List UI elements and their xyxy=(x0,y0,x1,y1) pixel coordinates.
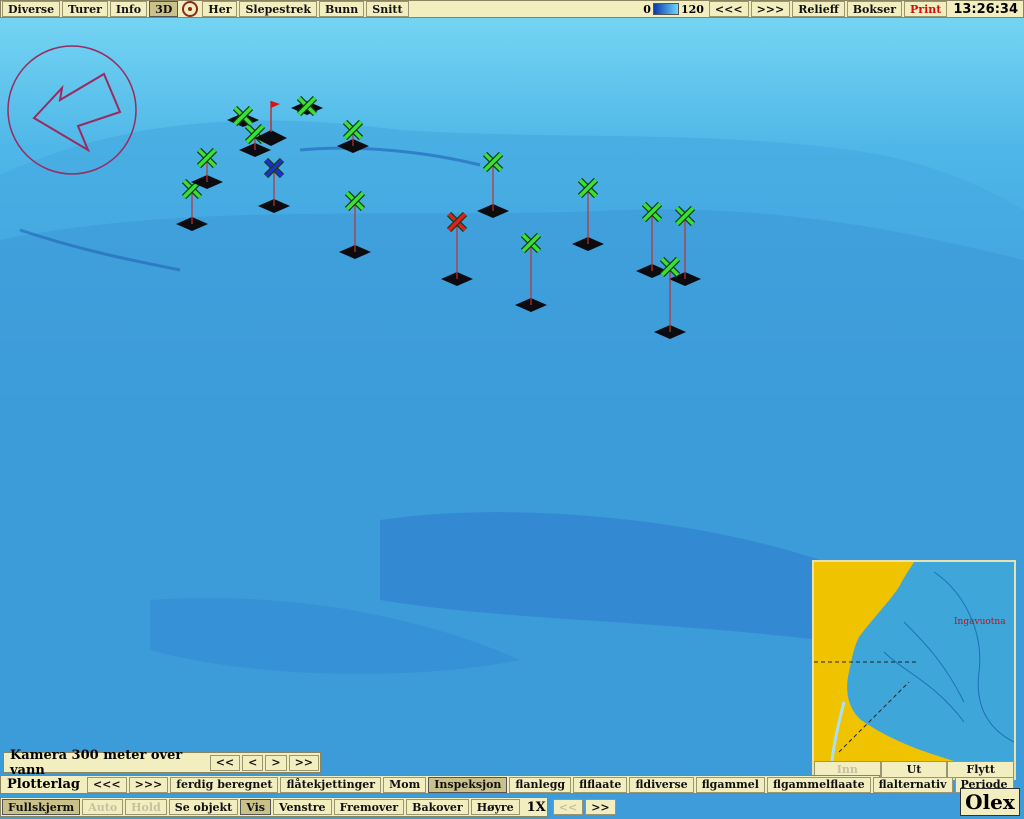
slepestrek-button[interactable]: Slepestrek xyxy=(239,1,317,17)
snitt-button[interactable]: Snitt xyxy=(366,1,409,17)
plotter-prev-button[interactable]: <<< xyxy=(86,776,127,793)
clock: 13:26:34 xyxy=(948,1,1023,17)
layer-button[interactable]: ferdig beregnet xyxy=(170,776,279,793)
depth-max-label: 120 xyxy=(680,2,704,16)
speed-label: 1X xyxy=(526,799,546,815)
bottom-button[interactable]: Høyre xyxy=(470,799,520,815)
layer-button[interactable]: flalternativ xyxy=(872,776,953,793)
olex-logo: Olex xyxy=(960,788,1020,816)
bottom-toolbar: Fullskjerm Auto Hold Se objekt Vis Venstre Fre… xyxy=(0,797,616,817)
top-toolbar: Diverse Turer Info 3D Her Slepestrek Bun… xyxy=(0,0,1024,18)
overview-minimap[interactable]: Ingavuotna Inn Ut Flytt xyxy=(812,560,1016,780)
depth-min-label: 0 xyxy=(643,2,651,16)
diverse-button[interactable]: Diverse xyxy=(2,1,61,17)
minimap-place-label: Ingavuotna xyxy=(954,617,1006,627)
camera-height-label: Kamera 300 meter over vann xyxy=(10,747,183,778)
print-button[interactable]: Print xyxy=(904,1,948,17)
camera-next-button[interactable]: > xyxy=(265,754,287,771)
depth-gradient xyxy=(652,3,679,15)
bottom-button[interactable]: Vis xyxy=(240,799,271,815)
zoom-out-button[interactable]: Ut xyxy=(880,761,948,778)
camera-panel: Kamera 300 meter over vann << < > >> xyxy=(3,748,321,778)
bottom-button[interactable]: Hold xyxy=(125,799,167,815)
bokser-button[interactable]: Bokser xyxy=(846,1,902,17)
speed-up-button[interactable]: >> xyxy=(585,799,616,815)
plotter-label: Plotterlag xyxy=(7,777,80,792)
move-button[interactable]: Flytt xyxy=(947,761,1015,778)
info-button[interactable]: Info xyxy=(109,1,148,17)
bottom-button[interactable]: Se objekt xyxy=(168,799,239,815)
layer-button[interactable]: fldiverse xyxy=(629,776,694,793)
turer-button[interactable]: Turer xyxy=(62,1,108,17)
speed-down-button[interactable]: << xyxy=(552,799,584,815)
bottom-button-list: Fullskjerm Auto Hold Se objekt Vis Venstre Fre… xyxy=(1,799,521,815)
minimap-chart: Ingavuotna xyxy=(814,562,1015,762)
bunn-button[interactable]: Bunn xyxy=(319,1,365,17)
relieff-button[interactable]: Relieff xyxy=(792,1,845,17)
layer-button[interactable]: flflaate xyxy=(573,776,628,793)
layer-button[interactable]: flgammel xyxy=(695,776,765,793)
bottom-button[interactable]: Venstre xyxy=(272,799,332,815)
bottom-button[interactable]: Bakover xyxy=(406,799,469,815)
bottom-button[interactable]: Fullskjerm xyxy=(2,799,81,815)
her-button[interactable]: Her xyxy=(202,1,238,17)
layer-button[interactable]: flanlegg xyxy=(509,776,572,793)
camera-first-button[interactable]: << xyxy=(209,754,241,771)
plotter-next-button[interactable]: >>> xyxy=(128,776,169,793)
plotter-layer-bar: Plotterlag <<< >>> ferdig beregnet flåtek… xyxy=(0,775,1014,794)
depth-scale[interactable]: 0 120 xyxy=(643,3,704,16)
3d-button[interactable]: 3D xyxy=(149,1,179,17)
bottom-button[interactable]: Fremover xyxy=(333,799,405,815)
layer-button[interactable]: flåtekjettinger xyxy=(280,776,382,793)
layer-button[interactable]: Inspeksjon xyxy=(428,776,508,793)
plotter-layer-list: ferdig beregnet flåtekjettinger Mom Inspeks… xyxy=(169,776,1014,793)
layer-button[interactable]: Mom xyxy=(383,776,427,793)
compass-icon[interactable] xyxy=(182,1,199,17)
layer-button[interactable]: flgammelflaate xyxy=(766,776,871,793)
camera-prev-button[interactable]: < xyxy=(242,754,264,771)
next-button[interactable]: >>> xyxy=(750,1,791,17)
bottom-button[interactable]: Auto xyxy=(82,799,124,815)
camera-last-button[interactable]: >> xyxy=(288,754,319,771)
prev-button[interactable]: <<< xyxy=(708,1,749,17)
